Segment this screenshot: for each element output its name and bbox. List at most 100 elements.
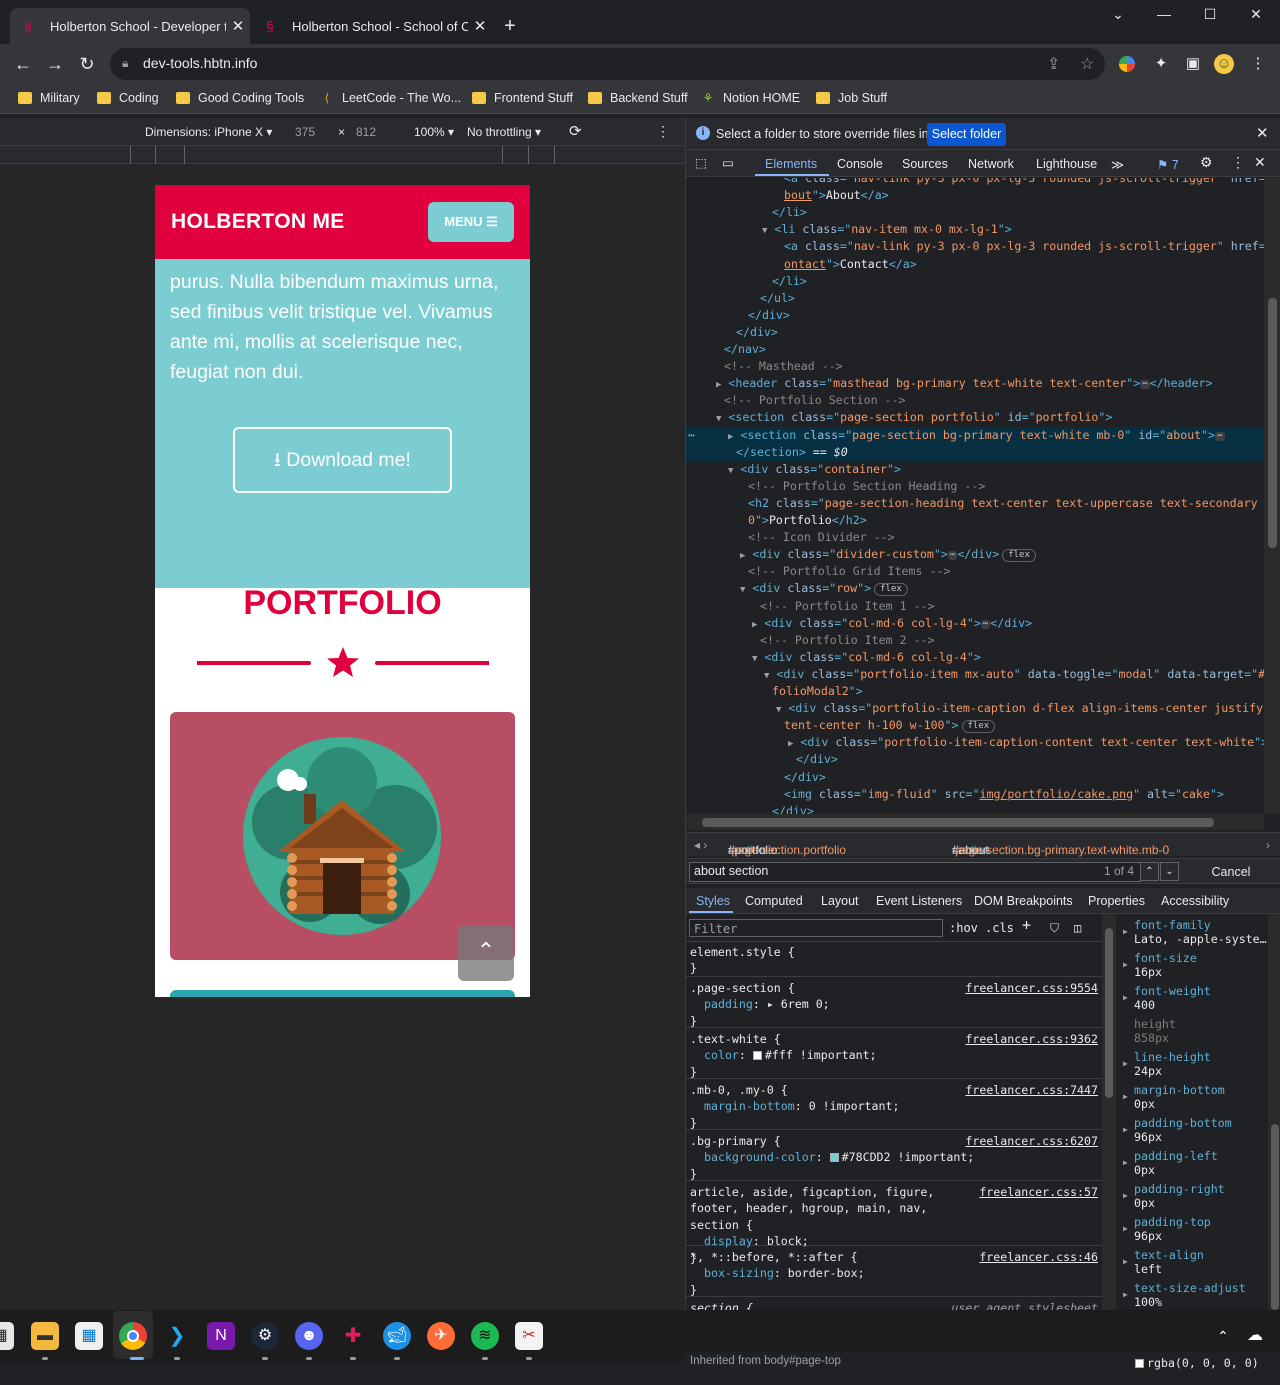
dom-node-line[interactable]: ▶ <div class="portfolio-item-caption-con… <box>686 734 1264 751</box>
postman-icon[interactable]: ✈ <box>427 1322 455 1350</box>
tab-search-icon[interactable]: ⌄ <box>1103 6 1133 23</box>
rule-source-link[interactable]: freelancer.css:9362 <box>965 1031 1098 1047</box>
expand-icon[interactable]: ▶ <box>1123 1255 1128 1269</box>
rule-source-link[interactable]: freelancer.css:57 <box>979 1184 1098 1200</box>
tab-layout[interactable]: Layout <box>821 894 859 908</box>
dom-node-line[interactable]: ▼ <div class="col-md-6 col-lg-4"> <box>686 649 1264 666</box>
address-bar[interactable]: 🔒︎ dev-tools.hbtn.info ⇪ ☆ <box>110 48 1105 80</box>
bookmark-notion-home[interactable]: ⚘ Notion HOME <box>701 91 801 105</box>
profile-avatar-icon[interactable]: ☺ <box>1214 54 1234 74</box>
dom-node-line[interactable]: folioModal2"> <box>686 683 1264 700</box>
device-more-icon[interactable]: ⋮ <box>656 123 670 140</box>
computed-scrollbar[interactable] <box>1268 914 1280 1310</box>
scrollbar-thumb[interactable] <box>1268 298 1277 548</box>
tab-computed[interactable]: Computed <box>745 894 803 908</box>
issues-badge[interactable]: ⚑ 7 <box>1157 157 1179 172</box>
dom-node-line[interactable]: </div> <box>686 324 1264 341</box>
dom-node-line[interactable]: ▼ <li class="nav-item mx-0 mx-lg-1"> <box>686 221 1264 238</box>
dom-vertical-scrollbar[interactable] <box>1264 178 1280 814</box>
throttling-select[interactable]: No throttling ▾ <box>467 125 541 139</box>
dom-node-line[interactable]: ▼ <div class="row"> flex <box>686 580 1264 597</box>
docker-icon[interactable]: 🐋︎ <box>383 1322 411 1350</box>
dom-node-line[interactable]: <!-- Portfolio Item 1 --> <box>686 598 1264 615</box>
lock-icon[interactable]: 🔒︎ <box>122 56 128 71</box>
bookmark-star-icon[interactable]: ☆ <box>1080 54 1094 74</box>
onedrive-cloud-icon[interactable]: ☁ <box>1241 1322 1269 1350</box>
expand-icon[interactable]: ▶ <box>1123 1288 1128 1302</box>
color-swatch[interactable] <box>829 1153 839 1163</box>
dom-horizontal-scrollbar[interactable] <box>686 814 1264 830</box>
style-declaration[interactable]: box-sizing: border-box; <box>690 1265 1098 1281</box>
dom-node-line[interactable]: </ul> <box>686 290 1264 307</box>
style-rule[interactable]: *, *::before, *::after {freelancer.css:4… <box>686 1247 1102 1297</box>
dom-node-line[interactable]: ▼ <section class="page-section portfolio… <box>686 409 1264 426</box>
tab-console[interactable]: Console <box>837 157 883 171</box>
dom-search-input[interactable]: about section <box>689 862 1141 882</box>
dom-node-line[interactable]: <!-- Portfolio Section Heading --> <box>686 478 1264 495</box>
dom-node-line[interactable]: <!-- Portfolio Grid Items --> <box>686 563 1264 580</box>
style-rule[interactable]: .mb-0, .my-0 {freelancer.css:7447 margin-… <box>686 1080 1102 1130</box>
new-tab-button[interactable]: + <box>498 14 522 38</box>
tab-sources[interactable]: Sources <box>902 157 948 171</box>
extensions-puzzle-icon[interactable]: ✦ <box>1151 54 1171 74</box>
scrollbar-thumb[interactable] <box>702 818 1214 827</box>
bookmark-job-stuff[interactable]: Job Stuff <box>816 91 887 105</box>
dom-node-line[interactable]: </nav> <box>686 341 1264 358</box>
device-dimensions-select[interactable]: Dimensions: iPhone X ▾ <box>145 125 272 139</box>
extension-color-icon[interactable] <box>1119 56 1135 72</box>
site-brand[interactable]: HOLBERTON ME <box>171 210 345 234</box>
property-name[interactable]: box-sizing <box>704 1266 774 1280</box>
search-prev-button[interactable]: ⌃ <box>1140 862 1159 881</box>
dom-node-line[interactable]: <a class="nav-link py-3 px-0 px-lg-3 rou… <box>686 178 1264 187</box>
portfolio-item-next[interactable] <box>170 990 515 997</box>
device-width-input[interactable]: 375 <box>295 125 315 139</box>
bookmark-frontend-stuff[interactable]: Frontend Stuff <box>472 91 573 105</box>
dom-node-line[interactable]: <!-- Portfolio Section --> <box>686 392 1264 409</box>
property-name[interactable]: margin-bottom <box>704 1099 795 1113</box>
expand-icon[interactable]: ▶ <box>1123 1222 1128 1236</box>
device-height-input[interactable]: 812 <box>356 125 376 139</box>
new-rule-plus-icon[interactable]: + <box>1022 917 1031 934</box>
download-button[interactable]: ⭳ Download me! <box>233 427 452 493</box>
expand-icon[interactable]: ▶ <box>1123 1057 1128 1071</box>
device-toggle-icon[interactable]: ▭ <box>722 155 734 170</box>
style-rule[interactable]: .page-section {freelancer.css:9554 paddin… <box>686 978 1102 1028</box>
cls-toggle[interactable]: .cls <box>985 920 1014 936</box>
share-icon[interactable]: ⇪ <box>1047 54 1060 74</box>
inspect-element-icon[interactable]: ⬚ <box>695 155 707 170</box>
computed-property[interactable]: ▶ padding-top 96px <box>1123 1215 1268 1243</box>
snipping-tool-icon[interactable]: ✂ <box>515 1322 543 1350</box>
dom-node-selected[interactable]: ⋯ ▶ <section class="page-section bg-prima… <box>686 426 1264 444</box>
rule-source-link[interactable]: freelancer.css:46 <box>979 1249 1098 1265</box>
close-tab-icon[interactable]: ✕ <box>226 17 250 35</box>
computed-property[interactable]: ▶ text-align left <box>1123 1248 1268 1276</box>
property-value[interactable]: #78CDD2 !important; <box>842 1150 975 1164</box>
computed-property[interactable]: ▶ font-size 16px <box>1123 951 1268 979</box>
close-infobar-icon[interactable]: ✕ <box>1256 124 1269 142</box>
tab-elements[interactable]: Elements <box>765 157 817 171</box>
tab-styles[interactable]: Styles <box>696 894 730 908</box>
computed-property[interactable]: ▶ padding-left 0px <box>1123 1149 1268 1177</box>
close-tab-icon[interactable]: ✕ <box>468 17 492 35</box>
dom-node-line[interactable]: <!-- Icon Divider --> <box>686 529 1264 546</box>
property-value[interactable]: border-box; <box>788 1266 865 1280</box>
bookmark-coding[interactable]: Coding <box>97 91 159 105</box>
dom-node-line[interactable]: </div> <box>686 803 1264 814</box>
reload-icon[interactable]: ↻ <box>75 52 99 76</box>
dom-node-line[interactable]: </div> <box>686 307 1264 324</box>
file-explorer-icon[interactable]: ▬ <box>31 1322 59 1350</box>
computed-property[interactable]: ▶ margin-bottom 0px <box>1123 1083 1268 1111</box>
start-partial-icon[interactable]: ▦ <box>0 1322 14 1350</box>
browser-menu-icon[interactable]: ⋮ <box>1248 54 1268 74</box>
close-devtools-icon[interactable]: ✕ <box>1254 154 1266 171</box>
dom-node-line[interactable]: ▼ <div class="container"> <box>686 461 1264 478</box>
expand-icon[interactable]: ▶ <box>1123 1090 1128 1104</box>
portfolio-item-cabin[interactable] <box>170 712 515 960</box>
breadcrumb-scroll-right-icon[interactable]: › <box>1266 838 1270 852</box>
dom-node-line[interactable]: <!-- Portfolio Item 2 --> <box>686 632 1264 649</box>
dom-node-line[interactable]: </li> <box>686 273 1264 290</box>
style-declaration[interactable]: padding: ▸ 6rem 0; <box>690 996 1098 1012</box>
settings-gear-icon[interactable]: ⚙ <box>1200 154 1213 171</box>
style-rule[interactable]: element.style {} <box>686 942 1102 977</box>
property-name[interactable]: background-color <box>704 1150 816 1164</box>
